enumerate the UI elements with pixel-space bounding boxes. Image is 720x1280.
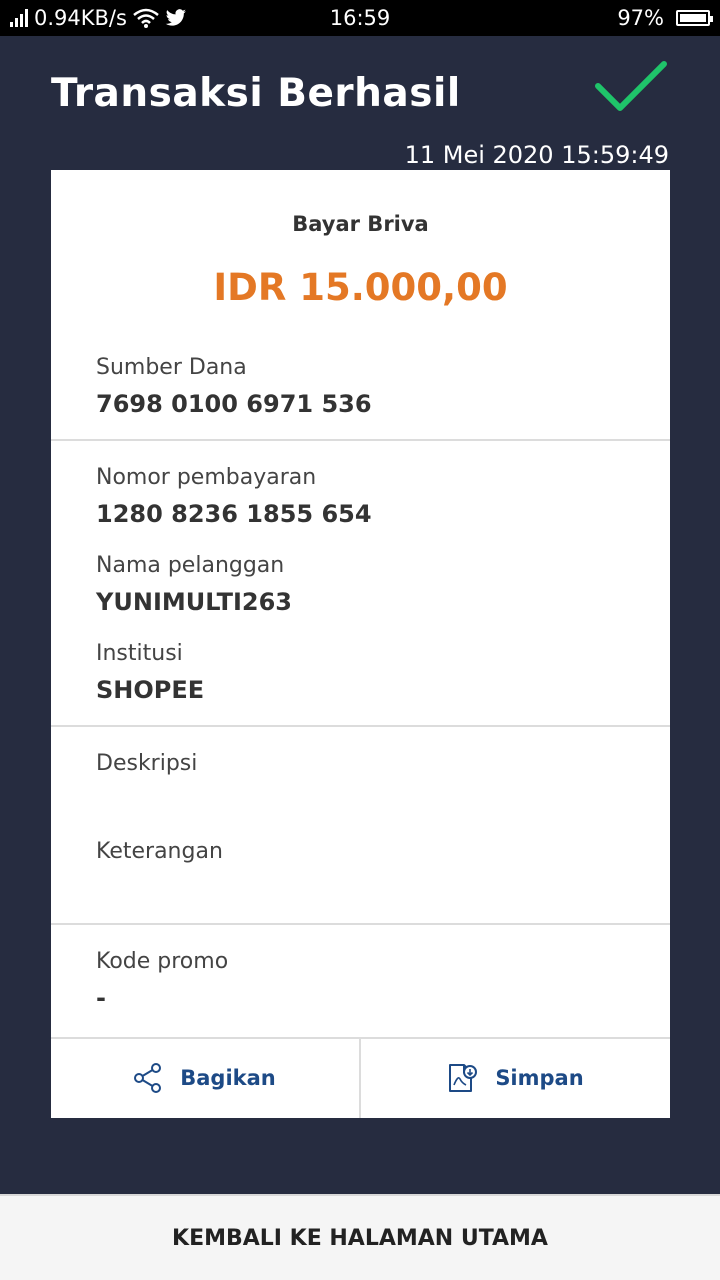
page-title: Transaksi Berhasil — [51, 71, 461, 116]
share-button[interactable]: Bagikan — [51, 1038, 359, 1118]
payment-number-value: 1280 8236 1855 654 — [96, 500, 372, 528]
transaction-amount: IDR 15.000,00 — [213, 266, 508, 309]
description-label: Deskripsi — [96, 751, 198, 776]
receipt-card: Bayar Briva IDR 15.000,00 Sumber Dana 76… — [51, 170, 670, 1118]
save-pdf-icon — [449, 1064, 478, 1092]
institution-label: Institusi — [96, 641, 183, 666]
battery-icon — [676, 10, 713, 26]
customer-name-value: YUNIMULTI263 — [96, 588, 292, 616]
save-label: Simpan — [495, 1066, 584, 1090]
source-of-funds-value: 7698 0100 6971 536 — [96, 390, 372, 418]
transaction-datetime: 11 Mei 2020 15:59:49 — [404, 141, 669, 169]
save-button[interactable]: Simpan — [361, 1038, 670, 1118]
payment-number-label: Nomor pembayaran — [96, 465, 317, 490]
share-label: Bagikan — [180, 1066, 276, 1090]
remarks-label: Keterangan — [96, 839, 223, 864]
back-to-home-button[interactable]: KEMBALI KE HALAMAN UTAMA — [0, 1194, 720, 1280]
divider — [51, 725, 670, 727]
divider — [51, 923, 670, 925]
institution-value: SHOPEE — [96, 676, 205, 704]
share-icon — [134, 1063, 162, 1093]
customer-name-label: Nama pelanggan — [96, 553, 285, 578]
checkmark-icon — [595, 61, 667, 111]
source-of-funds-label: Sumber Dana — [96, 355, 247, 380]
status-bar: 0.94KB/s 16:59 97% — [0, 0, 720, 36]
battery-level: 97% — [617, 6, 664, 30]
biller-name: Bayar Briva — [292, 212, 429, 236]
promo-code-label: Kode promo — [96, 949, 229, 974]
divider — [51, 439, 670, 441]
promo-code-value: - — [96, 984, 106, 1012]
clock: 16:59 — [329, 6, 391, 30]
